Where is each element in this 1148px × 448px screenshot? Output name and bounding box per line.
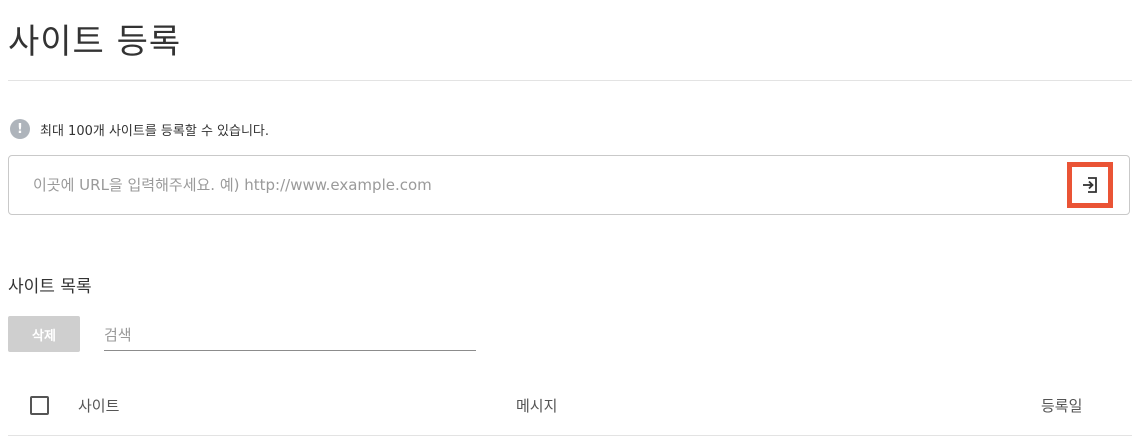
column-header-site[interactable]: 사이트	[78, 395, 119, 416]
exclamation-icon: !	[10, 119, 30, 139]
delete-button[interactable]: 삭제	[8, 316, 80, 352]
table-header: 사이트 메시지 등록일	[8, 384, 1132, 436]
notice-text: 최대 100개 사이트를 등록할 수 있습니다.	[40, 123, 270, 139]
column-header-message: 메시지	[516, 397, 558, 415]
url-submit-button[interactable]	[1067, 162, 1113, 208]
title-divider	[8, 80, 1132, 81]
header-divider	[8, 435, 1132, 436]
url-input-box	[8, 155, 1130, 215]
site-list-title: 사이트 목록	[8, 277, 92, 297]
select-all-checkbox[interactable]	[30, 396, 49, 415]
url-input[interactable]	[33, 174, 1033, 196]
notice: ! 최대 100개 사이트를 등록할 수 있습니다.	[10, 119, 269, 139]
page-title: 사이트 등록	[8, 22, 182, 62]
login-arrow-icon	[1083, 177, 1097, 193]
search-input[interactable]	[104, 320, 476, 351]
column-header-registered-date[interactable]: 등록일	[1041, 395, 1082, 416]
